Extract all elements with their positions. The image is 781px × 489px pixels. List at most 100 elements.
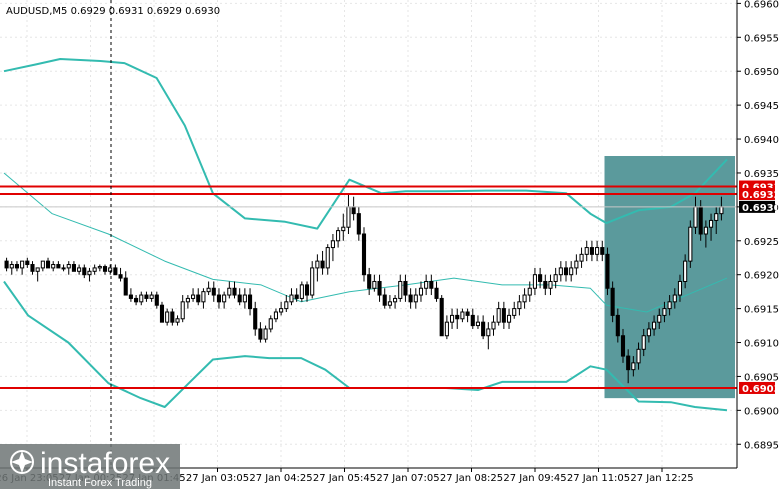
candle-body (9, 264, 14, 269)
y-tick-label: 0.6910 (744, 339, 779, 350)
candle-body (719, 206, 724, 215)
candle-body (123, 277, 128, 296)
candle-body (558, 267, 563, 276)
candle-body (393, 297, 398, 303)
candle-body (481, 321, 486, 337)
y-tick-label: 0.6920 (744, 271, 779, 282)
candle-body (97, 266, 102, 269)
candle-body (512, 308, 517, 316)
candle-body (273, 311, 278, 320)
candle-body (641, 335, 646, 350)
candle-body (180, 301, 185, 320)
candle-body (574, 260, 579, 269)
candle-body (30, 264, 35, 272)
candle-body (325, 247, 330, 269)
candle-body (424, 280, 429, 289)
y-tick-label: 0.6940 (744, 135, 779, 146)
x-tick-label: 27 Jan 04:25 (249, 473, 312, 484)
candle-body (82, 267, 87, 276)
candle (605, 247, 610, 296)
candle-body (284, 301, 289, 310)
candle-body (491, 321, 496, 330)
watermark-brand: instaforex (40, 447, 170, 480)
candle-body (501, 308, 506, 323)
candle-body (102, 266, 108, 272)
candle-body (20, 260, 25, 269)
y-tick-label: 0.6915 (744, 305, 779, 316)
candle-body (450, 314, 455, 323)
candle-body (683, 260, 688, 282)
candle-body (600, 247, 605, 255)
candle-body (51, 264, 56, 269)
candle-body (548, 280, 553, 289)
level-label-text: 0.6932 (742, 190, 781, 201)
candle-body (563, 267, 569, 276)
candle-body (377, 280, 382, 296)
candle-body (66, 264, 71, 269)
candle-body (330, 240, 335, 249)
candle-body (134, 297, 139, 303)
candle-body (279, 308, 284, 313)
x-tick-label: 27 Jan 08:25 (440, 473, 503, 484)
candle-body (211, 287, 216, 296)
candle-body (538, 274, 543, 282)
candle-body (351, 206, 356, 215)
candle-body (662, 308, 667, 316)
x-tick-label: 27 Jan 11:05 (567, 473, 630, 484)
y-tick-label: 0.6950 (744, 67, 779, 78)
candle-body (294, 294, 299, 299)
candle-body (118, 274, 123, 279)
candle-body (61, 267, 66, 270)
candle-body (128, 294, 133, 299)
candle-body (40, 260, 45, 269)
candle-body (698, 206, 703, 235)
candle-body (45, 260, 51, 269)
candle-body (584, 247, 589, 255)
candle-body (191, 294, 196, 299)
x-tick-label: 27 Jan 12:25 (630, 473, 693, 484)
candle-body (227, 287, 232, 296)
candle-body (657, 314, 662, 323)
chart-window: 0.6960 0.6955 0.6950 0.6945 0.6940 0.6935 0.69… (0, 0, 781, 489)
candle-body (496, 308, 501, 323)
candle-body (170, 311, 175, 323)
watermark-tagline: Instant Forex Trading (48, 477, 152, 489)
candle-body (196, 294, 201, 303)
candle-body (258, 328, 263, 340)
y-tick-label: 0.6905 (744, 372, 779, 383)
candle-body (289, 294, 294, 303)
candle-body (672, 294, 677, 303)
candle-body (418, 287, 424, 296)
candle-body (620, 335, 626, 357)
candle (159, 301, 165, 323)
candle-body (341, 226, 346, 232)
y-tick-label: 0.6955 (744, 33, 779, 44)
candle-body (486, 328, 491, 337)
candle-body (361, 233, 367, 276)
y-tick-label: 0.6925 (744, 237, 779, 248)
candle-body (693, 206, 698, 228)
price-chart[interactable]: 0.6960 0.6955 0.6950 0.6945 0.6940 0.6935 0.69… (0, 0, 781, 489)
candle-body (636, 348, 641, 364)
candle-body (543, 280, 548, 289)
candle-body (382, 294, 387, 306)
candle-body (4, 260, 9, 269)
candle-body (206, 287, 211, 293)
candle-body (144, 294, 149, 299)
x-tick-label: 27 Jan 07:05 (376, 473, 439, 484)
candle-body (398, 280, 403, 299)
candle (688, 220, 693, 268)
candle-body (605, 253, 610, 289)
y-tick-label: 0.6960 (744, 0, 779, 10)
candle-body (268, 318, 273, 330)
level-label-text: 0.6903 (742, 384, 781, 395)
candle-body (652, 321, 657, 330)
level-label-badge: 0.6903 (739, 381, 781, 395)
candle-body (677, 280, 683, 296)
candle-body (346, 206, 351, 228)
candle-body (154, 294, 159, 306)
candle-body (439, 297, 444, 337)
candle-body (87, 270, 92, 276)
candle-body (517, 301, 522, 310)
current-price-badge: 0.6930 (739, 200, 781, 214)
